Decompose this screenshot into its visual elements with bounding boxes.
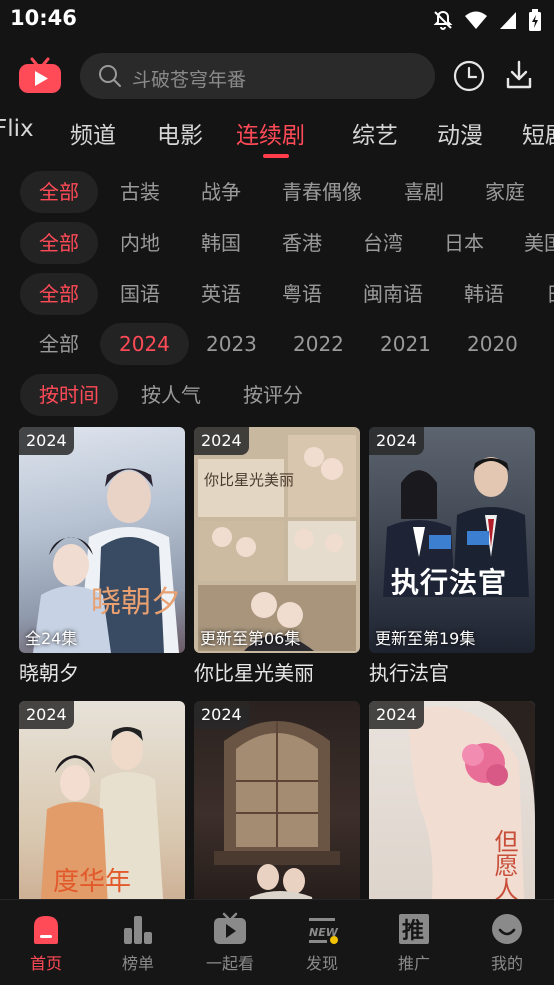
home-icon — [34, 916, 58, 944]
filter-region-japan[interactable]: 日本 — [444, 222, 484, 264]
filter-language-row: 全部 国语 英语 粤语 闽南语 韩语 日语 — [0, 273, 554, 317]
episode-status: 更新至第19集 — [375, 629, 476, 648]
filter-region-korea[interactable]: 韩国 — [201, 222, 241, 264]
filter-region-taiwan[interactable]: 台湾 — [363, 222, 403, 264]
discover-new-icon: NEW — [309, 918, 339, 944]
search-bar[interactable]: 斗破苍穹年番 — [80, 53, 435, 99]
status-icons — [432, 9, 542, 31]
filter-genre-family[interactable]: 家庭 — [485, 171, 525, 213]
bottom-navigation: 首页 榜单 一起看 NEW 发现 推 推广 我的 — [0, 899, 554, 985]
svg-text:推: 推 — [402, 919, 424, 944]
nav-discover[interactable]: NEW 发现 — [282, 908, 362, 974]
filter-year-2023[interactable]: 2023 — [206, 323, 257, 365]
tab-anime[interactable]: 动漫 — [437, 116, 483, 150]
active-tab-indicator — [263, 154, 289, 158]
poster-image: 执行法官 2024 更新至第19集 — [369, 427, 535, 653]
filter-language-english[interactable]: 英语 — [201, 273, 241, 315]
poster-image: 2024 — [194, 701, 360, 927]
filter-language-all[interactable]: 全部 — [20, 273, 98, 315]
history-icon[interactable] — [452, 59, 486, 93]
nav-promote-label: 推广 — [397, 954, 430, 973]
filter-region-usa[interactable]: 美国 — [524, 222, 554, 264]
tab-short-drama[interactable]: 短剧 — [522, 116, 554, 150]
nav-promote[interactable]: 推 推广 — [374, 908, 454, 974]
status-time: 10:46 — [10, 6, 77, 30]
search-icon — [99, 65, 121, 87]
filter-genre-comedy[interactable]: 喜剧 — [404, 171, 444, 213]
year-badge: 2024 — [369, 427, 424, 455]
filter-region-mainland[interactable]: 内地 — [120, 222, 160, 264]
episode-status: 全24集 — [25, 629, 78, 648]
search-placeholder: 斗破苍穹年番 — [132, 69, 247, 91]
filter-year-2022[interactable]: 2022 — [293, 323, 344, 365]
tab-flix[interactable]: Flix — [0, 116, 34, 142]
poster-title-art: 度华年 — [53, 867, 132, 897]
filter-genre-costume[interactable]: 古装 — [120, 171, 160, 213]
nav-rankings-label: 榜单 — [121, 954, 154, 973]
filter-language-korean[interactable]: 韩语 — [464, 273, 504, 315]
bar-chart-icon — [124, 916, 152, 944]
status-bar: 10:46 — [0, 0, 554, 40]
filter-language-cantonese[interactable]: 粤语 — [282, 273, 322, 315]
tv-play-icon — [214, 912, 246, 944]
filter-region-row: 全部 内地 韩国 香港 台湾 日本 美国 — [0, 222, 554, 266]
year-badge: 2024 — [194, 701, 249, 729]
nav-home-label: 首页 — [29, 954, 62, 973]
tab-movies[interactable]: 电影 — [157, 116, 203, 150]
poster-title-art: 你比星光美丽 — [204, 471, 295, 489]
tab-series[interactable]: 连续剧 — [236, 116, 305, 150]
filter-language-minnan[interactable]: 闽南语 — [363, 273, 423, 315]
promote-icon: 推 — [399, 914, 429, 944]
notifications-off-icon — [433, 10, 453, 30]
poster-title-art: 晓朝夕 — [91, 585, 181, 620]
filter-genre-youth[interactable]: 青春偶像 — [282, 171, 362, 213]
filter-language-japanese[interactable]: 日语 — [546, 273, 554, 315]
nav-watch-together[interactable]: 一起看 — [190, 908, 270, 974]
show-title: 晓朝夕 — [19, 661, 79, 685]
poster-title-art: 执行法官 — [391, 566, 508, 599]
filter-genre-all[interactable]: 全部 — [20, 171, 98, 213]
year-badge: 2024 — [369, 701, 424, 729]
poster-image: 但愿人长 2024 — [369, 701, 535, 927]
filter-year-2021[interactable]: 2021 — [380, 323, 431, 365]
nav-discover-label: 发现 — [305, 954, 338, 973]
filter-region-all[interactable]: 全部 — [20, 222, 98, 264]
cellular-signal-icon — [500, 12, 516, 29]
episode-status: 更新至第06集 — [200, 629, 301, 648]
filter-year-2024[interactable]: 2024 — [100, 323, 189, 365]
sort-by-time[interactable]: 按时间 — [20, 374, 118, 416]
filter-year-row: 全部 2024 2023 2022 2021 2020 — [0, 323, 554, 367]
nav-home[interactable]: 首页 — [6, 908, 86, 974]
filter-genre-row: 全部 古装 战争 青春偶像 喜剧 家庭 — [0, 171, 554, 215]
filter-year-2020[interactable]: 2020 — [467, 323, 518, 365]
profile-icon — [492, 914, 522, 944]
filter-year-all[interactable]: 全部 — [39, 323, 79, 365]
sort-by-popularity[interactable]: 按人气 — [141, 374, 201, 416]
sort-row: 按时间 按人气 按评分 — [0, 374, 554, 418]
sort-by-rating[interactable]: 按评分 — [243, 374, 303, 416]
filter-genre-war[interactable]: 战争 — [201, 171, 241, 213]
year-badge: 2024 — [19, 701, 74, 729]
download-icon[interactable] — [502, 58, 536, 92]
show-title: 你比星光美丽 — [194, 661, 314, 685]
top-bar: 斗破苍穹年番 — [0, 52, 554, 100]
poster-image: 晓朝夕 2024 全24集 — [19, 427, 185, 653]
year-badge: 2024 — [19, 427, 74, 455]
year-badge: 2024 — [194, 427, 249, 455]
nav-profile-label: 我的 — [490, 954, 523, 973]
filter-language-mandarin[interactable]: 国语 — [120, 273, 160, 315]
tab-channels[interactable]: 频道 — [70, 116, 116, 150]
nav-watch-together-label: 一起看 — [205, 954, 254, 973]
filter-region-hongkong[interactable]: 香港 — [282, 222, 322, 264]
battery-icon — [529, 9, 541, 31]
nav-rankings[interactable]: 榜单 — [98, 908, 178, 974]
wifi-icon — [465, 11, 487, 29]
poster-image: 你比星光美丽 2024 更新至第06集 — [194, 427, 360, 653]
poster-image: 度华年 2024 — [19, 701, 185, 927]
show-title: 执行法官 — [369, 661, 449, 685]
tab-variety[interactable]: 综艺 — [352, 116, 398, 150]
nav-profile[interactable]: 我的 — [467, 908, 547, 974]
app-logo-icon — [19, 57, 61, 93]
